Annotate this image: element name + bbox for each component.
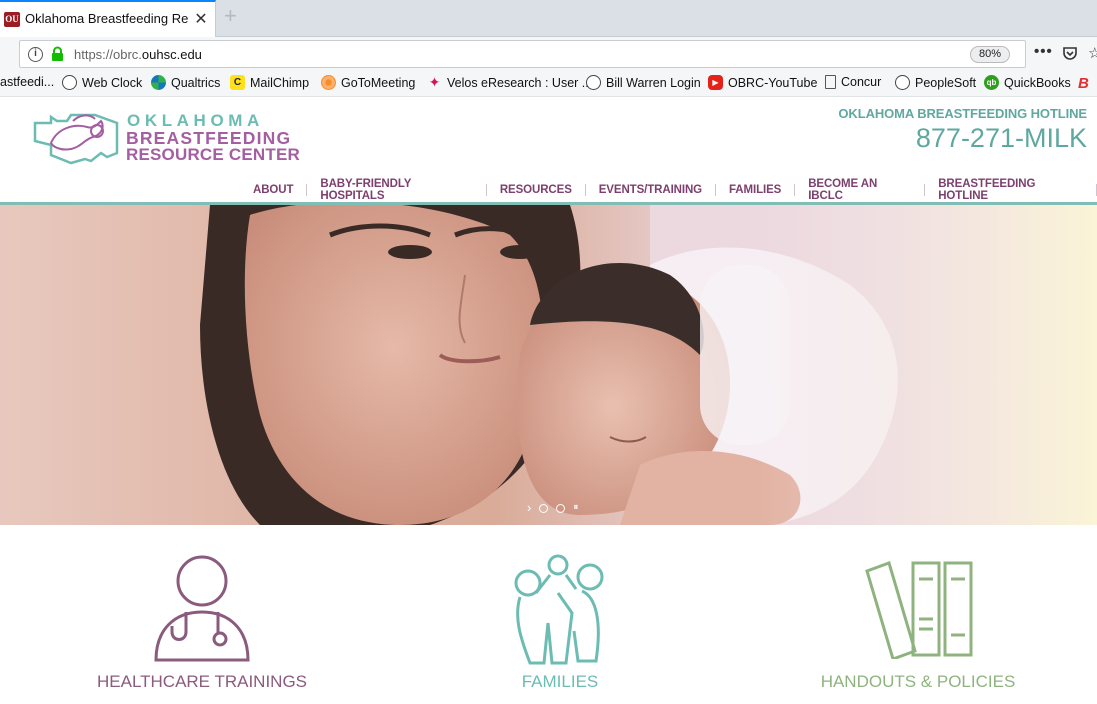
navigation-toolbar: i https://obrc.ouhsc.edu 80% ••• ☆ <box>0 37 1097 70</box>
obrc-logo-icon[interactable] <box>33 103 125 165</box>
globe-icon <box>586 75 601 90</box>
hotline-number[interactable]: 877-271-MILK <box>916 123 1087 154</box>
family-icon <box>514 554 604 665</box>
bookmark-item[interactable]: Web Clock <box>62 75 142 90</box>
binders-icon <box>865 561 973 659</box>
info-icon[interactable]: i <box>28 47 43 62</box>
globe-icon <box>62 75 77 90</box>
feature-families[interactable]: FAMILIES <box>410 525 710 704</box>
nav-resources[interactable]: RESOURCES <box>487 184 585 196</box>
next-slide-icon[interactable]: › <box>527 501 531 514</box>
bookmark-item[interactable]: PeopleSoft <box>895 75 976 90</box>
hotline-label: OKLAHOMA BREASTFEEDING HOTLINE <box>838 106 1087 121</box>
page-icon <box>825 75 836 89</box>
bookmark-item[interactable]: Bill Warren Login <box>586 75 701 90</box>
slide-dot[interactable] <box>539 503 549 513</box>
slide-dot[interactable] <box>556 503 566 513</box>
bookmark-item[interactable]: qb QuickBooks <box>984 75 1071 90</box>
tab-strip: OU Oklahoma Breastfeeding Resea ✕ + <box>0 0 1097 37</box>
velos-icon: ✦ <box>428 74 441 90</box>
nav-events-training[interactable]: EVENTS/TRAINING <box>586 184 715 196</box>
globe-icon <box>895 75 910 90</box>
bookmark-item[interactable]: Concur <box>825 75 881 89</box>
nav-become-ibclc[interactable]: BECOME AN IBCLC <box>795 178 924 202</box>
page-actions-icon[interactable]: ••• <box>1034 43 1053 60</box>
close-tab-icon[interactable]: ✕ <box>193 9 209 28</box>
mailchimp-icon: C <box>230 75 245 90</box>
bookmark-item[interactable]: ▶ OBRC-YouTube <box>708 75 817 90</box>
feature-label: FAMILIES <box>521 672 599 691</box>
browser-tab[interactable]: OU Oklahoma Breastfeeding Resea ✕ <box>0 0 216 37</box>
slider-controls: › ⏸ <box>527 501 578 514</box>
zoom-indicator[interactable]: 80% <box>970 46 1010 63</box>
bookmark-item[interactable]: astfeedi... <box>0 75 54 89</box>
pause-icon[interactable]: ⏸ <box>573 503 578 513</box>
main-nav: ABOUT BABY-FRIENDLY HOSPITALS RESOURCES … <box>240 178 1097 202</box>
bookmark-item[interactable]: C MailChimp <box>230 75 309 90</box>
quickbooks-icon: qb <box>984 75 999 90</box>
bookmarks-toolbar: astfeedi... Web Clock Qualtrics C MailChi… <box>0 70 1097 97</box>
pocket-icon[interactable] <box>1062 46 1078 61</box>
qualtrics-icon <box>151 75 166 90</box>
star-icon[interactable]: ☆ <box>1088 44 1097 62</box>
ou-favicon-icon: OU <box>4 12 20 27</box>
bookmark-overflow-icon[interactable]: B <box>1078 75 1089 92</box>
lock-icon <box>52 46 63 61</box>
tab-title: Oklahoma Breastfeeding Resea <box>25 11 188 26</box>
doctor-icon <box>154 555 250 662</box>
feature-healthcare-trainings[interactable]: HEALTHCARE TRAININGS <box>52 525 352 704</box>
bookmark-item[interactable]: GoToMeeting <box>321 75 415 90</box>
nav-breastfeeding-hotline[interactable]: BREASTFEEDING HOTLINE <box>925 178 1096 202</box>
bookmark-item[interactable]: ✦ Velos eResearch : User ... <box>427 74 593 90</box>
nav-baby-friendly-hospitals[interactable]: BABY-FRIENDLY HOSPITALS <box>307 178 485 202</box>
hero-slider[interactable]: › ⏸ <box>0 202 1097 525</box>
nav-families[interactable]: FAMILIES <box>716 184 794 196</box>
feature-label: HANDOUTS & POLICIES <box>820 672 1016 691</box>
bookmark-item[interactable]: Qualtrics <box>151 75 220 90</box>
hero-photo-mother-baby <box>200 205 1097 525</box>
youtube-icon: ▶ <box>708 75 723 90</box>
url-text[interactable]: https://obrc.ouhsc.edu <box>74 47 202 62</box>
feature-label: HEALTHCARE TRAININGS <box>96 672 308 691</box>
logo-text-resource-center: RESOURCE CENTER <box>126 145 300 164</box>
nav-about[interactable]: ABOUT <box>240 184 306 196</box>
new-tab-icon[interactable]: + <box>224 3 237 29</box>
gotomeeting-icon <box>321 75 336 90</box>
feature-handouts-policies[interactable]: HANDOUTS & POLICIES <box>768 525 1068 704</box>
site-header: OKLAHOMA BREASTFEEDING RESOURCE CENTER O… <box>0 97 1097 202</box>
address-bar[interactable]: i https://obrc.ouhsc.edu 80% <box>19 40 1026 68</box>
